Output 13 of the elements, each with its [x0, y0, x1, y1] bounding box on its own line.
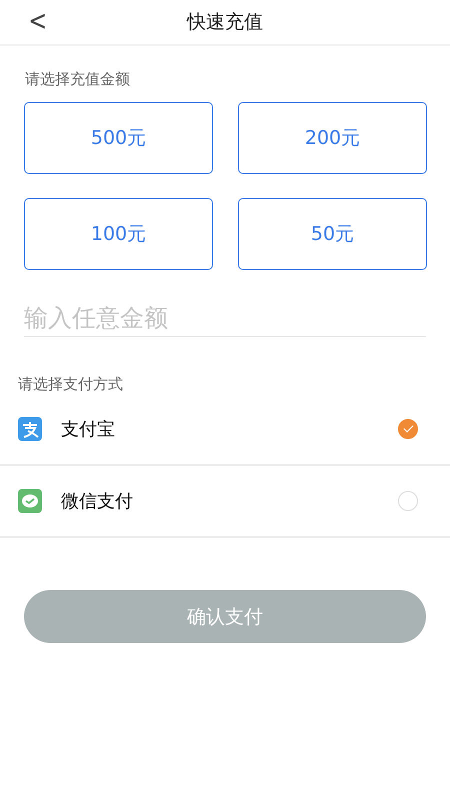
- payment-method-name: 支付宝: [61, 418, 116, 441]
- radio-button[interactable]: [398, 419, 418, 439]
- amount-option[interactable]: 200元: [238, 102, 427, 174]
- back-button[interactable]: <: [25, 4, 50, 37]
- payment-method-name: 微信支付: [61, 490, 134, 513]
- amount-option[interactable]: 100元: [24, 198, 213, 270]
- section-label: 请选择支付方式: [18, 375, 124, 394]
- amount-option[interactable]: 500元: [24, 102, 213, 174]
- payment-logo-icon: [18, 417, 42, 441]
- page-title: 快速充值: [187, 10, 263, 35]
- chat-bubble-icon: [18, 489, 42, 513]
- section-label: 请选择充值金额: [25, 70, 131, 89]
- amount-option[interactable]: 50元: [238, 198, 427, 270]
